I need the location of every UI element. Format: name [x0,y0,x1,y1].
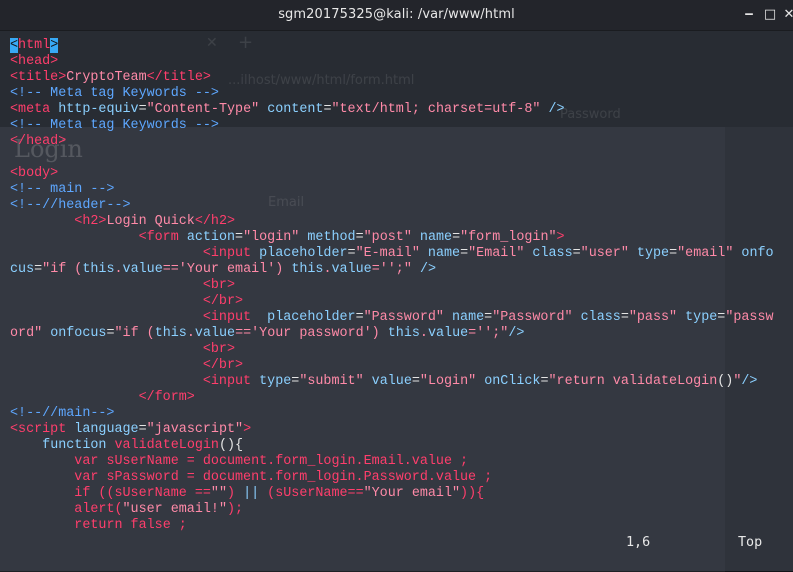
window-titlebar: sgm20175325@kali: /var/www/html ‒ □ ✕ [0,0,793,31]
editor-buffer[interactable]: <html> <head> <title>CryptoTeam</title> <!-… [10,38,774,534]
code-line: cus="if (this.value=='Your email') this.… [10,262,437,277]
code-line: var sPassword = document.form_login.Pass… [74,470,493,485]
code-line: alert("user email!"); [74,502,244,517]
scroll-indicator: Top [738,535,763,550]
code-line: </br> [202,294,244,309]
code-line: if ((sUserName =="") || (sUserName=="You… [74,486,485,501]
code-line: <!-- Meta tag Keywords --> [10,86,219,101]
code-line: <script language="javascript"> [10,422,252,437]
code-line: <title>CryptoTeam</title> [10,70,211,85]
text-cursor: < [10,38,19,53]
code-line: function validateLogin(){ [42,438,244,453]
code-line: <head> [10,54,59,69]
close-icon[interactable]: ✕ [780,6,793,24]
code-line: </br> [202,358,244,373]
code-line: <html> [10,38,59,53]
minimize-icon[interactable]: ‒ [740,6,758,24]
terminal-window[interactable]: ✕ + ...ilhost/www/html/form.html Login E… [0,31,793,572]
code-line: <body> [10,166,59,181]
code-line: <input type="submit" value="Login" onCli… [202,374,758,389]
code-line: </head> [10,134,67,149]
code-line: <br> [202,278,236,293]
code-line: <!-- main --> [10,182,115,197]
code-line: <meta http-equiv="Content-Type" content=… [10,102,565,117]
code-line: <h2>Login Quick</h2> [74,214,236,229]
code-line: <!--//main--> [10,406,115,421]
code-line: </form> [138,390,195,405]
code-line: ord" onfocus="if (this.value=='Your pass… [10,326,525,341]
code-line: <input placeholder="E-mail" name="Email"… [202,246,774,261]
window-title: sgm20175325@kali: /var/www/html [278,7,515,22]
code-line: <!-- Meta tag Keywords --> [10,118,219,133]
code-line: <br> [202,342,236,357]
code-line: return false ; [74,518,187,533]
code-line: <!--//header--> [10,198,131,213]
code-line: <input placeholder="Password" name="Pass… [202,310,774,325]
cursor-position: 1,6 [626,535,651,550]
code-line: var sUserName = document.form_login.Emai… [74,454,469,469]
code-line: <form action="login" method="post" name=… [138,230,565,245]
text-cursor-end: > [50,38,59,53]
maximize-icon[interactable]: □ [761,6,779,24]
